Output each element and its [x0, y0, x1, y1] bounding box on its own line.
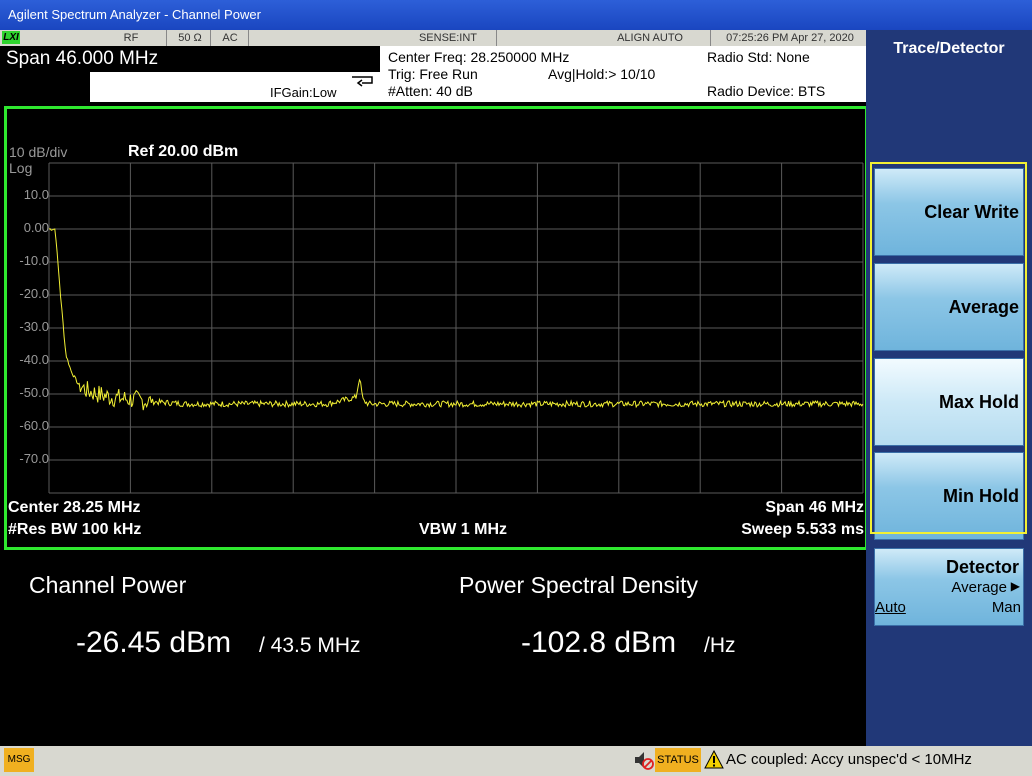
y-tick-label: -50.0 [19, 385, 49, 400]
channel-power-bandwidth: / 43.5 MHz [259, 634, 361, 657]
msg-button[interactable]: MSG [4, 748, 34, 772]
channel-power-title: Channel Power [29, 572, 187, 598]
log-label: Log [9, 160, 33, 176]
center-readout: Center 28.25 MHz [8, 499, 141, 516]
bottom-status-bar: MSG STATUS AC coupled: Accy unspec'd < 1… [0, 746, 1032, 776]
align-indicator: ALIGN AUTO [590, 30, 711, 46]
info-dark-box [0, 72, 90, 102]
impedance-indicator: 50 Ω [170, 30, 211, 46]
status-row: LXI RF 50 Ω AC SENSE:INT ALIGN AUTO 07:2… [0, 30, 866, 47]
span-readout: Span 46.000 MHz [0, 46, 380, 72]
sense-indicator: SENSE:INT [400, 30, 497, 46]
trig-label: Trig: Free Run [388, 66, 478, 82]
radio-device-label: Radio Device: BTS [707, 83, 826, 99]
status-button[interactable]: STATUS [655, 748, 701, 772]
coupling-indicator: AC [212, 30, 249, 46]
y-tick-label: -10.0 [19, 253, 49, 268]
span-label: Span 46 MHz [765, 499, 864, 516]
datetime: 07:25:26 PM Apr 27, 2020 [726, 32, 854, 44]
rf-indicator: RF [96, 30, 167, 46]
speaker-muted-icon [635, 752, 654, 770]
avg-hold-label: Avg|Hold:> 10/10 [548, 66, 656, 82]
window-title: Agilent Spectrum Analyzer - Channel Powe… [0, 0, 1032, 30]
warning-message: AC coupled: Accy unspec'd < 10MHz [726, 751, 972, 768]
spectrum-trace-svg [48, 162, 864, 494]
psd-title: Power Spectral Density [459, 572, 699, 598]
trace-mode-group [870, 162, 1027, 534]
y-tick-label: 0.00 [23, 220, 49, 235]
lxi-icon: LXI [2, 31, 20, 44]
detector-value: Average [951, 579, 1007, 596]
trigger-icon [352, 76, 373, 87]
atten-label: #Atten: 40 dB [388, 83, 473, 99]
radio-std-label: Radio Std: None [707, 49, 810, 65]
ifgain-label: IFGain:Low [270, 85, 337, 100]
center-freq-label: Center Freq: 28.250000 MHz [388, 49, 570, 65]
channel-power-value: -26.45 dBm [76, 626, 232, 659]
arrow-right-icon: ▶ [1010, 579, 1020, 593]
scale-label: 10 dB/div [9, 144, 68, 160]
detector-auto-option: Auto [875, 599, 906, 616]
warning-icon [704, 750, 724, 769]
detector-label: Detector [945, 557, 1019, 577]
detector-man-option: Man [991, 599, 1021, 616]
spectrum-plot[interactable]: 10 dB/div Log Ref 20.00 dBm 10.0 0.00 -10.… [4, 106, 868, 550]
sweep-readout: Sweep 5.533 ms [741, 521, 864, 538]
psd-value: -102.8 dBm [521, 626, 677, 659]
y-tick-label: -20.0 [19, 286, 49, 301]
y-tick-label: 10.0 [23, 187, 49, 202]
y-tick-label: -60.0 [19, 418, 49, 433]
y-tick-label: -70.0 [19, 451, 49, 466]
y-tick-label: -30.0 [19, 319, 49, 334]
vbw-readout: VBW 1 MHz [419, 521, 507, 538]
res-bw-readout: #Res BW 100 kHz [8, 521, 142, 538]
y-tick-label: -40.0 [19, 352, 49, 367]
detector-button[interactable]: Detector Average ▶ Auto Man [874, 548, 1024, 626]
menu-title: Trace/Detector [893, 40, 1005, 57]
psd-unit: /Hz [704, 634, 736, 657]
results-panel: Channel Power -26.45 dBm / 43.5 MHz Powe… [4, 552, 866, 742]
ref-level: Ref 20.00 dBm [128, 143, 239, 160]
